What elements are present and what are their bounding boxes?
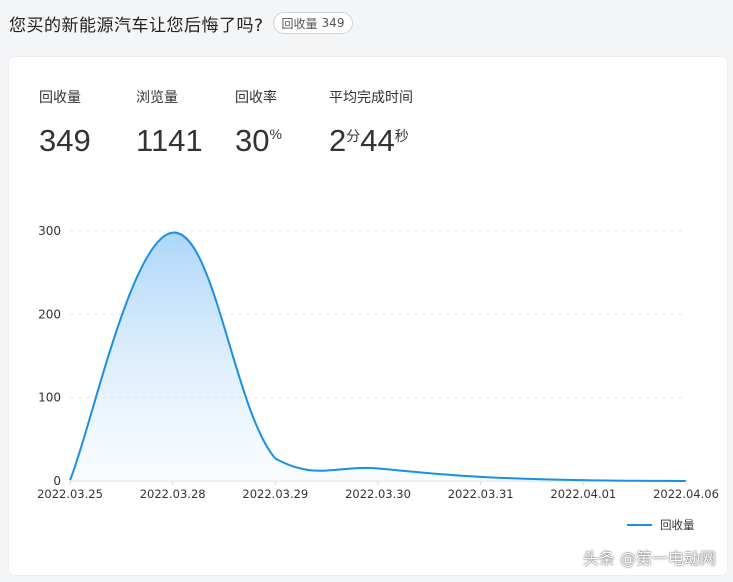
x-tick-label: 2022.04.01	[550, 487, 616, 501]
x-tick-label: 2022.03.25	[37, 487, 103, 501]
data-point[interactable]	[376, 466, 381, 471]
y-tick-label: 200	[38, 307, 61, 321]
y-tick-label: 300	[38, 224, 61, 238]
legend-label[interactable]: 回收量	[660, 518, 695, 532]
data-point[interactable]	[170, 230, 175, 235]
received-trend-chart: 0 100 200 300 2022.03.25 2022.03.28 2022.03.2…	[37, 224, 719, 532]
x-tick-label: 2022.03.31	[448, 487, 514, 501]
x-tick-label: 2022.03.29	[242, 487, 308, 501]
series-area	[70, 232, 686, 481]
y-tick-label: 100	[38, 391, 61, 405]
x-tick-label: 2022.03.30	[345, 487, 411, 501]
x-tick-label: 2022.03.28	[140, 487, 206, 501]
data-point[interactable]	[273, 456, 278, 461]
x-tick-label: 2022.04.06	[653, 487, 719, 501]
data-point[interactable]	[478, 474, 483, 479]
watermark: 头条 @第一电动网	[582, 549, 716, 568]
y-tick-label: 0	[53, 474, 61, 488]
